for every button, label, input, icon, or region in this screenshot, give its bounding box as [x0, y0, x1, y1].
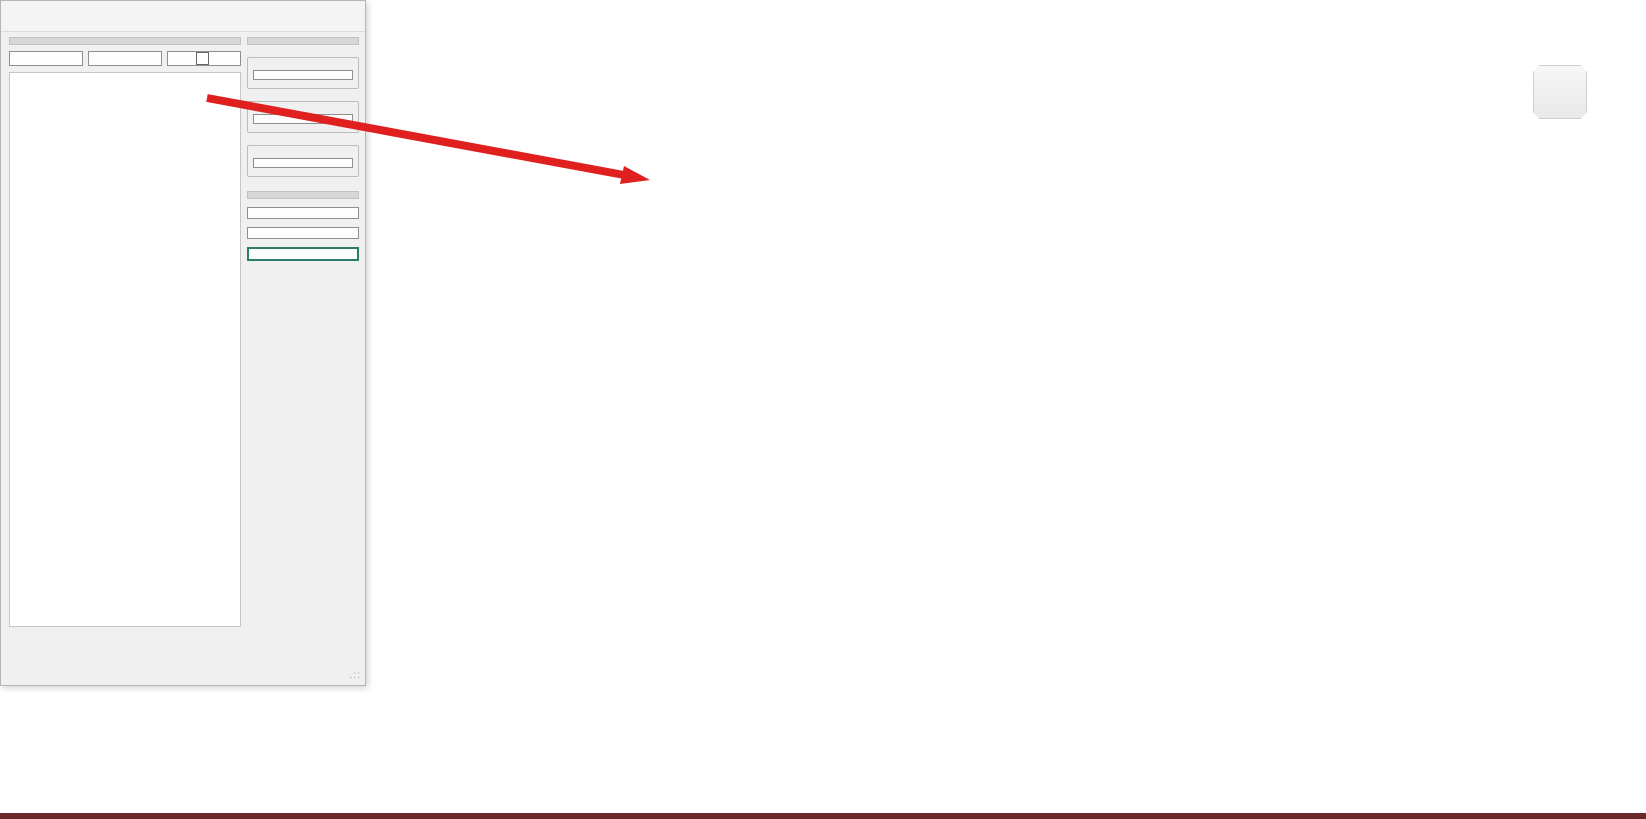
aux-settings-column	[247, 37, 359, 261]
layer-tree	[9, 72, 241, 627]
panel-title	[1, 1, 365, 32]
layer-pick-column	[9, 37, 241, 627]
app-window: { "panel": { "title": "识取DWG图", "close":…	[0, 0, 1646, 819]
panel-resize-grip[interactable]: .::	[350, 670, 361, 681]
equipment-condition-lib-button[interactable]	[253, 70, 353, 80]
recognize-ops-header	[247, 191, 359, 199]
selected-graphics-checkbox[interactable]	[167, 51, 241, 66]
equipment-condition-group	[247, 57, 359, 89]
checkbox-icon[interactable]	[195, 52, 209, 65]
done-button[interactable]	[247, 247, 359, 261]
embed-table-button[interactable]	[253, 158, 353, 168]
load-direction-button[interactable]	[253, 114, 353, 124]
recognize-preview-button[interactable]	[247, 227, 359, 239]
layer-match-button[interactable]	[9, 51, 83, 66]
box-select-recognize-button[interactable]	[247, 207, 359, 219]
bottom-edge-bar	[0, 813, 1646, 819]
clear-selected-button[interactable]	[88, 51, 162, 66]
load-condition-group	[247, 101, 359, 133]
viewcube-top-face[interactable]	[1533, 65, 1587, 119]
recognize-dwg-panel: .::	[0, 0, 366, 686]
aux-header	[247, 37, 359, 45]
embed-condition-group	[247, 145, 359, 177]
left-header	[9, 37, 241, 45]
